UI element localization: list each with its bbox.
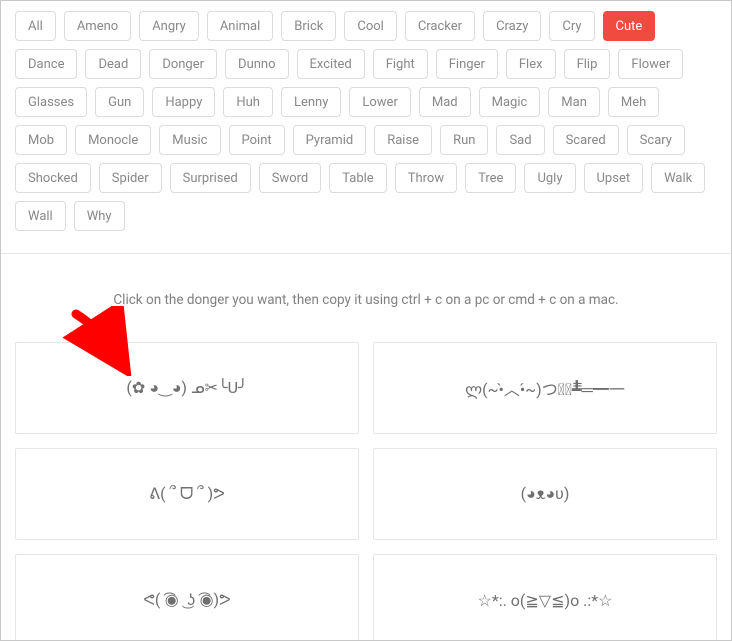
category-tag[interactable]: Run [440,125,488,155]
category-tag[interactable]: Table [329,163,386,193]
category-tag[interactable]: Donger [149,49,217,79]
donger-card[interactable]: ლ(~•̀︿•́~)つ︻̷┻̿═━一 [373,342,717,434]
category-tag[interactable]: Happy [152,87,215,117]
category-tag[interactable]: Dead [85,49,141,79]
category-tag[interactable]: Throw [395,163,457,193]
app-frame: All Ameno Angry Animal Brick Cool Cracker Crazy… [0,0,732,641]
donger-card[interactable]: ᕕ( ՞ ᗜ ՞ )ᕗ [15,448,359,540]
donger-card[interactable]: (✿ ◕‿◕) ᓄ✂╰U╯ [15,342,359,434]
category-tag[interactable]: Wall [15,201,66,231]
category-tag[interactable]: Flip [564,49,611,79]
category-tag[interactable]: Ugly [524,163,575,193]
category-tag[interactable]: Cracker [405,11,475,41]
category-tag[interactable]: Animal [207,11,273,41]
category-tag[interactable]: Scary [627,125,685,155]
category-tag[interactable]: Magic [479,87,541,117]
category-tag[interactable]: Tree [465,163,516,193]
category-tag[interactable]: Monocle [75,125,151,155]
instructions-text: Click on the donger you want, then copy … [1,254,731,342]
category-tag[interactable]: Huh [223,87,273,117]
category-tag[interactable]: Walk [651,163,705,193]
category-tag[interactable]: Lower [349,87,410,117]
category-tag[interactable]: Point [229,125,285,155]
category-tag[interactable]: Angry [139,11,199,41]
category-tag[interactable]: Surprised [170,163,251,193]
category-tag[interactable]: Brick [281,11,336,41]
category-tag[interactable]: Cool [344,11,396,41]
category-tag[interactable]: Flex [506,49,556,79]
category-tag[interactable]: Shocked [15,163,91,193]
category-tag[interactable]: Dunno [225,49,288,79]
category-tag[interactable]: Pyramid [293,125,367,155]
category-tag[interactable]: All [15,11,56,41]
category-list: All Ameno Angry Animal Brick Cool Cracker Crazy… [1,1,731,254]
donger-grid: (✿ ◕‿◕) ᓄ✂╰U╯ლ(~•̀︿•́~)つ︻̷┻̿═━一ᕕ( ՞ ᗜ ՞ … [1,342,731,641]
category-tag[interactable]: Why [74,201,125,231]
category-tag[interactable]: Flower [618,49,683,79]
donger-card[interactable]: ᕙ( ͡◉ ͜ ʖ ͡◉)ᕗ [15,554,359,641]
category-tag[interactable]: Scared [553,125,619,155]
donger-card[interactable]: (◕ᴥ◕ʋ) [373,448,717,540]
category-tag[interactable]: Glasses [15,87,87,117]
category-tag[interactable]: Mad [419,87,471,117]
category-tag[interactable]: Upset [584,163,644,193]
category-tag[interactable]: Meh [608,87,659,117]
donger-card[interactable]: ☆*:. o(≧▽≦)o .:*☆ [373,554,717,641]
category-tag[interactable]: Lenny [281,87,341,117]
category-tag[interactable]: Cute [603,11,656,41]
category-tag[interactable]: Dance [15,49,77,79]
category-tag[interactable]: Spider [99,163,162,193]
category-tag[interactable]: Sad [496,125,544,155]
category-tag[interactable]: Gun [95,87,144,117]
category-tag[interactable]: Sword [259,163,322,193]
category-tag[interactable]: Excited [297,49,365,79]
category-tag[interactable]: Fight [373,49,428,79]
category-tag[interactable]: Mob [15,125,67,155]
category-tag[interactable]: Raise [374,125,432,155]
category-tag[interactable]: Crazy [483,11,541,41]
category-tag[interactable]: Ameno [64,11,131,41]
category-tag[interactable]: Man [548,87,600,117]
category-tag[interactable]: Music [159,125,220,155]
category-tag[interactable]: Finger [436,49,498,79]
category-tag[interactable]: Cry [549,11,594,41]
